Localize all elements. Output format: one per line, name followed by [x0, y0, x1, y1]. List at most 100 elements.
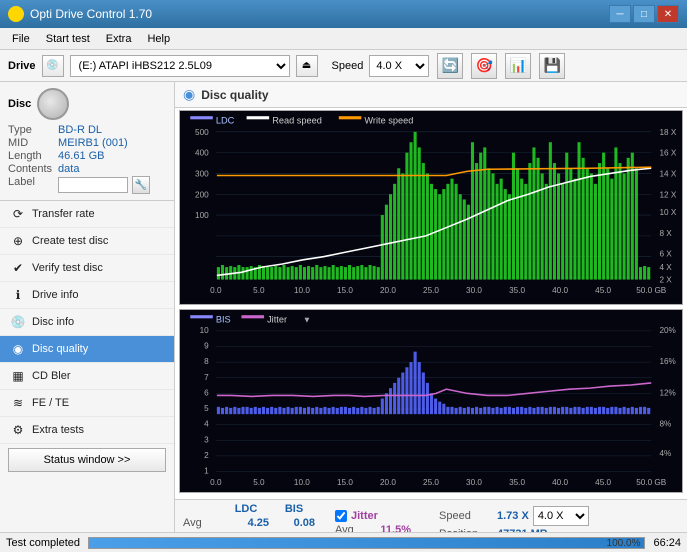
disc-quality-icon: ◉ [10, 341, 26, 357]
svg-text:LDC: LDC [216, 115, 235, 125]
nav-drive-info[interactable]: ℹ Drive info [0, 282, 174, 309]
nav-disc-info[interactable]: 💿 Disc info [0, 309, 174, 336]
disc-length-label: Length [8, 150, 52, 162]
svg-text:100: 100 [195, 211, 209, 220]
graph-icon[interactable]: 📊 [505, 53, 531, 79]
svg-text:45.0: 45.0 [595, 477, 611, 486]
svg-text:5.0: 5.0 [253, 286, 265, 295]
svg-text:8: 8 [204, 357, 209, 366]
ldc-header: LDC [223, 503, 269, 515]
menu-extra[interactable]: Extra [98, 31, 140, 47]
save-icon[interactable]: 💾 [539, 53, 565, 79]
nav-transfer-rate[interactable]: ⟳ Transfer rate [0, 201, 174, 228]
maximize-button[interactable]: □ [633, 5, 655, 23]
svg-text:8 X: 8 X [659, 229, 672, 238]
menu-start-test[interactable]: Start test [38, 31, 98, 47]
nav-disc-quality[interactable]: ◉ Disc quality [0, 336, 174, 363]
menu-file[interactable]: File [4, 31, 38, 47]
svg-text:20%: 20% [659, 325, 676, 334]
disc-mid-label: MID [8, 137, 52, 149]
eject-icon[interactable]: ⏏ [296, 55, 318, 77]
drive-label: Drive [8, 60, 36, 72]
svg-text:4 X: 4 X [659, 263, 672, 272]
status-window-button[interactable]: Status window >> [8, 448, 166, 472]
title-bar: Opti Drive Control 1.70 ─ □ ✕ [0, 0, 687, 28]
svg-text:2: 2 [204, 450, 209, 459]
bis-max: 10 [273, 531, 315, 532]
jitter-checkbox[interactable] [335, 510, 347, 522]
speed-select-stats[interactable]: 4.0 X [533, 506, 589, 526]
close-button[interactable]: ✕ [657, 5, 679, 23]
minimize-button[interactable]: ─ [609, 5, 631, 23]
nav-cd-bler[interactable]: ▦ CD Bler [0, 363, 174, 390]
drive-icon: 💿 [42, 55, 64, 77]
svg-text:4: 4 [204, 419, 209, 428]
svg-text:1: 1 [204, 466, 209, 475]
nav-verify-test-disc[interactable]: ✔ Verify test disc [0, 255, 174, 282]
svg-text:2 X: 2 X [659, 276, 672, 285]
main-content: ◉ Disc quality LDC Read speed Write spee… [175, 82, 687, 532]
svg-text:35.0: 35.0 [509, 477, 525, 486]
svg-text:500: 500 [195, 128, 209, 137]
speed-label: Speed [332, 60, 364, 72]
svg-text:16%: 16% [659, 357, 676, 366]
sidebar: Disc Type BD-R DL MID MEIRB1 (001) Lengt… [0, 82, 175, 532]
content-header-title: Disc quality [201, 88, 268, 102]
svg-text:10: 10 [200, 325, 210, 334]
svg-text:12%: 12% [659, 388, 676, 397]
cd-bler-icon: ▦ [10, 368, 26, 384]
disc-image [37, 88, 69, 120]
disc-type-value: BD-R DL [58, 124, 166, 136]
disc-type-label: Type [8, 124, 52, 136]
svg-text:8%: 8% [659, 419, 671, 428]
svg-text:30.0: 30.0 [466, 477, 482, 486]
status-text: Test completed [6, 537, 80, 549]
nav-create-test-disc[interactable]: ⊕ Create test disc [0, 228, 174, 255]
jitter-header: Jitter [351, 510, 378, 522]
speed-key: Speed [439, 510, 493, 522]
nav-disc-quality-label: Disc quality [32, 343, 88, 355]
refresh-icon[interactable]: 🔄 [437, 53, 463, 79]
window-controls: ─ □ ✕ [609, 5, 679, 23]
drive-select[interactable]: (E:) ATAPI iHBS212 2.5L09 [70, 55, 290, 77]
svg-text:25.0: 25.0 [423, 477, 439, 486]
settings-icon[interactable]: 🎯 [471, 53, 497, 79]
nav-transfer-rate-label: Transfer rate [32, 208, 95, 220]
bis-header: BIS [273, 503, 315, 515]
menu-help[interactable]: Help [139, 31, 178, 47]
svg-text:15.0: 15.0 [337, 477, 353, 486]
svg-text:20.0: 20.0 [380, 477, 396, 486]
svg-text:6 X: 6 X [659, 250, 672, 259]
disc-label-input[interactable] [58, 177, 128, 193]
svg-text:3: 3 [204, 435, 209, 444]
disc-label-input-row: 🔧 [58, 176, 166, 194]
speed-select[interactable]: 4.0 X [369, 55, 429, 77]
svg-text:50.0 GB: 50.0 GB [636, 477, 667, 486]
disc-quality-header-icon: ◉ [183, 86, 195, 103]
time-text: 66:24 [653, 537, 681, 549]
menu-bar: File Start test Extra Help [0, 28, 687, 50]
progress-bar-container: 100.0% [88, 537, 645, 549]
jitter-avg-label: Avg [335, 524, 363, 532]
disc-info-rows: Type BD-R DL MID MEIRB1 (001) Length 46.… [8, 124, 166, 194]
fe-te-icon: ≋ [10, 395, 26, 411]
disc-label-button[interactable]: 🔧 [132, 176, 150, 194]
svg-text:45.0: 45.0 [595, 286, 611, 295]
disc-header: Disc [8, 88, 166, 120]
nav-fe-te[interactable]: ≋ FE / TE [0, 390, 174, 417]
app-title: Opti Drive Control 1.70 [30, 7, 152, 21]
nav-cd-bler-label: CD Bler [32, 370, 71, 382]
main-layout: Disc Type BD-R DL MID MEIRB1 (001) Lengt… [0, 82, 687, 532]
create-test-disc-icon: ⊕ [10, 233, 26, 249]
svg-text:18 X: 18 X [659, 128, 676, 137]
svg-text:40.0: 40.0 [552, 477, 568, 486]
svg-text:30.0: 30.0 [466, 286, 482, 295]
bis-chart-svg: BIS Jitter ▼ 10 [180, 310, 682, 492]
svg-text:6: 6 [204, 388, 209, 397]
status-bar: Test completed 100.0% 66:24 [0, 532, 687, 552]
svg-text:Jitter: Jitter [267, 314, 287, 324]
nav-fe-te-label: FE / TE [32, 397, 69, 409]
nav-extra-tests[interactable]: ⚙ Extra tests [0, 417, 174, 444]
svg-text:10 X: 10 X [659, 208, 676, 217]
ldc-chart-svg: LDC Read speed Write speed 500 [180, 111, 682, 304]
